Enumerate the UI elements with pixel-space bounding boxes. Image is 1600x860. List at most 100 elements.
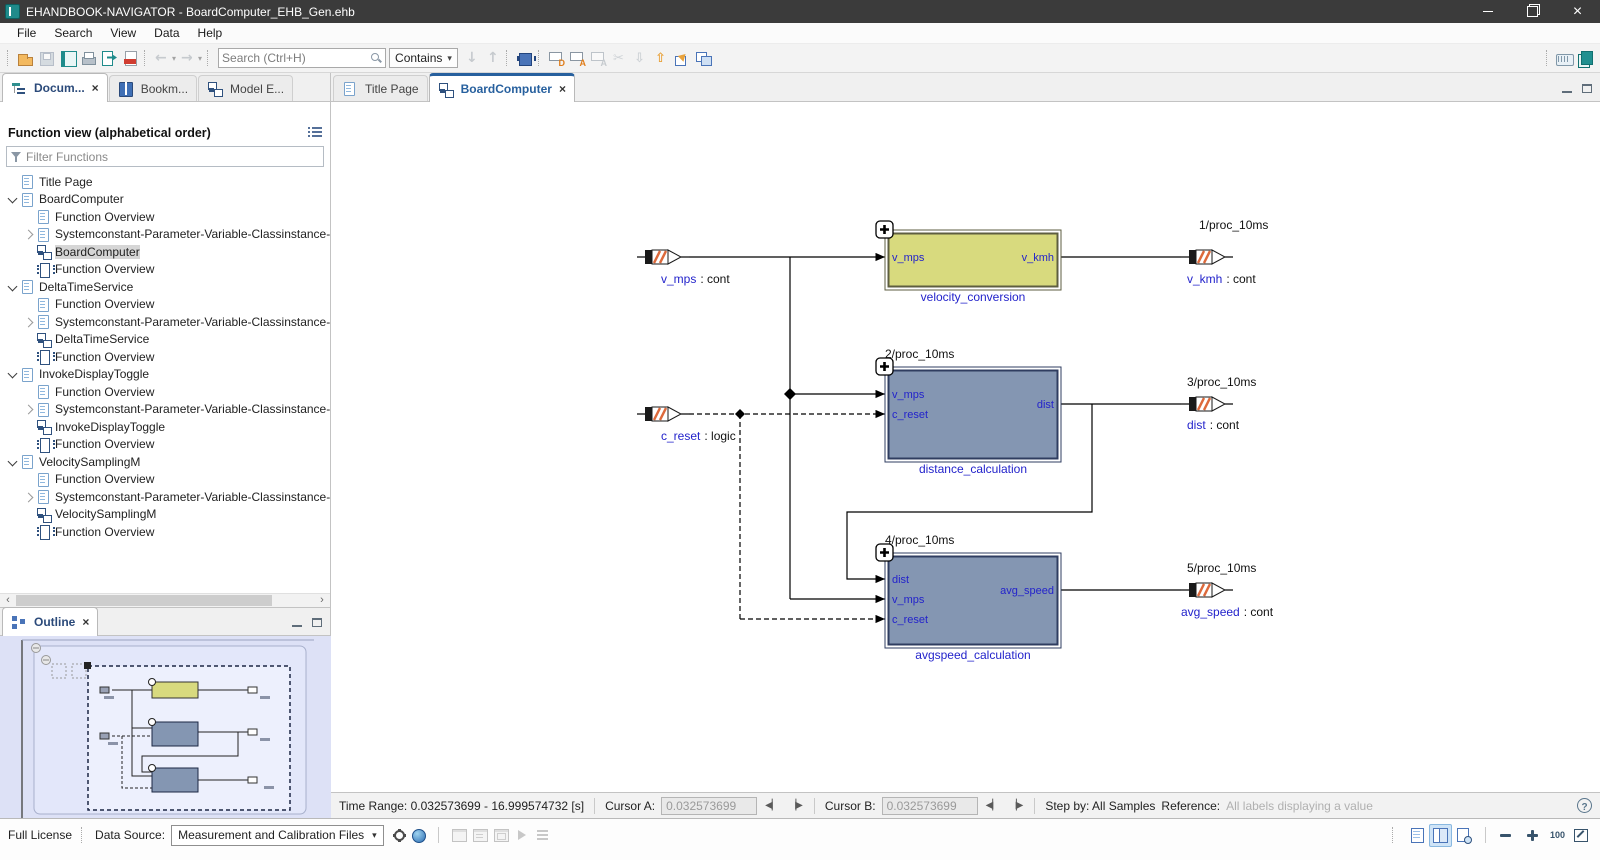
tree-item[interactable]: Systemconstant-Parameter-Variable-Classi… (0, 313, 330, 331)
show-default-labels-button[interactable] (546, 48, 567, 69)
menu-item[interactable]: Search (45, 24, 101, 42)
instrument-window-button[interactable] (470, 825, 491, 846)
tree-item[interactable]: DeltaTimeService (0, 331, 330, 349)
cursor-b-prev-button[interactable]: ◀▏ (984, 800, 1001, 811)
diagram-canvas[interactable]: v_mps: cont c_reset: logic 1/proc_10ms v… (331, 102, 1600, 792)
find-previous-button[interactable] (482, 48, 503, 69)
menu-item[interactable]: File (8, 24, 45, 42)
tree-item[interactable]: Function Overview (0, 523, 330, 541)
block-velocity-conversion[interactable]: v_mps v_kmh velocity_conversion (885, 230, 1061, 304)
pdf-export-button[interactable] (120, 48, 141, 69)
cursor-a-input[interactable] (661, 797, 757, 815)
output-connector-v-kmh[interactable]: 1/proc_10ms v_kmh: cont (1181, 218, 1268, 286)
tree-expander-icon[interactable] (22, 350, 36, 364)
tree-expander-icon[interactable] (22, 262, 36, 276)
output-connector-dist[interactable]: 3/proc_10ms dist: cont (1181, 375, 1256, 432)
data-source-globe-button[interactable] (409, 826, 428, 845)
tree-item[interactable]: Function Overview (0, 383, 330, 401)
tree-expander-icon[interactable] (22, 385, 36, 399)
close-window-button[interactable] (1555, 0, 1600, 23)
input-connector-c-reset[interactable]: c_reset: logic (637, 407, 736, 443)
tree-item[interactable]: BoardComputer (0, 243, 330, 261)
tab-documents[interactable]: Docum... × (2, 73, 108, 102)
export-container-button[interactable] (99, 48, 120, 69)
tree-expander-icon[interactable] (22, 297, 36, 311)
configure-window-button[interactable] (491, 825, 512, 846)
experiment-window-button[interactable] (449, 825, 470, 846)
zoom-in-button[interactable] (1523, 825, 1544, 846)
output-connector-avg-speed[interactable]: 5/proc_10ms avg_speed: cont (1181, 561, 1274, 619)
cursor-a-prev-button[interactable]: ◀▏ (763, 800, 780, 811)
tree-item[interactable]: Function Overview (0, 471, 330, 489)
tab-model-explorer[interactable]: Model E... (198, 75, 293, 101)
tree-expander-icon[interactable] (6, 280, 20, 294)
tab-title-page[interactable]: Title Page (333, 75, 428, 101)
expand-block-button[interactable] (876, 221, 893, 238)
filter-functions-input[interactable] (26, 150, 319, 164)
model-structure-button[interactable] (514, 48, 535, 69)
cursor-b-input[interactable] (882, 797, 978, 815)
tree-item[interactable]: DeltaTimeService (0, 278, 330, 296)
handbook-button[interactable] (1575, 48, 1596, 69)
tree-item[interactable]: Function Overview (0, 296, 330, 314)
tree-expander-icon[interactable] (22, 437, 36, 451)
prune-button[interactable] (609, 48, 630, 69)
tree-expander-icon[interactable] (6, 367, 20, 381)
zoom-out-button[interactable] (1496, 825, 1517, 846)
navigate-up-button[interactable] (651, 48, 672, 69)
forward-button[interactable]: ▾ (178, 48, 204, 69)
save-button[interactable] (36, 48, 57, 69)
expand-block-button[interactable] (876, 358, 893, 375)
tree-expander-icon[interactable] (22, 490, 36, 504)
tree-expander-icon[interactable] (22, 420, 36, 434)
view-menu-icon[interactable] (308, 127, 322, 139)
tree-expander-icon[interactable] (6, 192, 20, 206)
start-visualization-button[interactable] (512, 825, 533, 846)
scroll-left-icon[interactable]: ‹ (0, 594, 16, 607)
contains-dropdown[interactable]: Contains (389, 48, 458, 68)
block-distance-calculation[interactable]: 2/proc_10ms v_mps c_reset dist distance_… (885, 347, 1061, 476)
tree-item[interactable]: Systemconstant-Parameter-Variable-Classi… (0, 401, 330, 419)
input-connector-v-mps[interactable]: v_mps: cont (637, 250, 730, 286)
tree-expander-icon[interactable] (22, 227, 36, 241)
tree-item[interactable]: InvokeDisplayToggle (0, 418, 330, 436)
maximize-view-icon[interactable] (1582, 84, 1592, 93)
back-button[interactable]: ▾ (152, 48, 178, 69)
tree-expander-icon[interactable] (22, 472, 36, 486)
tree-expander-icon[interactable] (6, 455, 20, 469)
tree-horizontal-scrollbar[interactable]: ‹ › (0, 593, 330, 607)
menu-item[interactable]: Help (189, 24, 232, 42)
menu-item[interactable]: View (101, 24, 145, 42)
search-input[interactable] (222, 51, 370, 65)
drill-down-button[interactable] (630, 48, 651, 69)
split-page-view-button[interactable] (1429, 824, 1452, 847)
open-button[interactable] (15, 48, 36, 69)
close-tab-icon[interactable]: × (92, 81, 99, 95)
block-avgspeed-calculation[interactable]: 4/proc_10ms dist v_mps c_reset avg_speed… (885, 533, 1061, 662)
tree-item[interactable]: InvokeDisplayToggle (0, 366, 330, 384)
data-source-dropdown[interactable]: Measurement and Calibration Files (171, 825, 384, 846)
zoom-level-label[interactable]: 100 (1550, 830, 1565, 840)
single-page-view-button[interactable] (1406, 824, 1429, 847)
tree-item[interactable]: Title Page (0, 173, 330, 191)
window-layout-button[interactable] (693, 48, 714, 69)
close-tab-icon[interactable]: × (82, 615, 89, 629)
dropdown-caret-icon[interactable]: ▾ (172, 54, 176, 63)
open-container-button[interactable] (57, 48, 78, 69)
tree-expander-icon[interactable] (22, 315, 36, 329)
tree-expander-icon[interactable] (22, 210, 36, 224)
help-icon[interactable] (1577, 798, 1592, 813)
tree-item[interactable]: Function Overview (0, 348, 330, 366)
tree-item[interactable]: BoardComputer (0, 191, 330, 209)
maximize-view-icon[interactable] (312, 618, 322, 627)
cursor-a-next-button[interactable]: ▕▶ (786, 800, 803, 811)
tree-item[interactable]: VelocitySamplingM (0, 506, 330, 524)
tree-item[interactable]: Function Overview (0, 208, 330, 226)
tree-item[interactable]: Systemconstant-Parameter-Variable-Classi… (0, 226, 330, 244)
restore-window-button[interactable] (1510, 0, 1555, 23)
tab-outline[interactable]: Outline × (2, 607, 98, 636)
print-button[interactable] (78, 48, 99, 69)
tree-expander-icon[interactable] (6, 175, 20, 189)
show-all-labels-button[interactable] (567, 48, 588, 69)
menu-item[interactable]: Data (145, 24, 188, 42)
